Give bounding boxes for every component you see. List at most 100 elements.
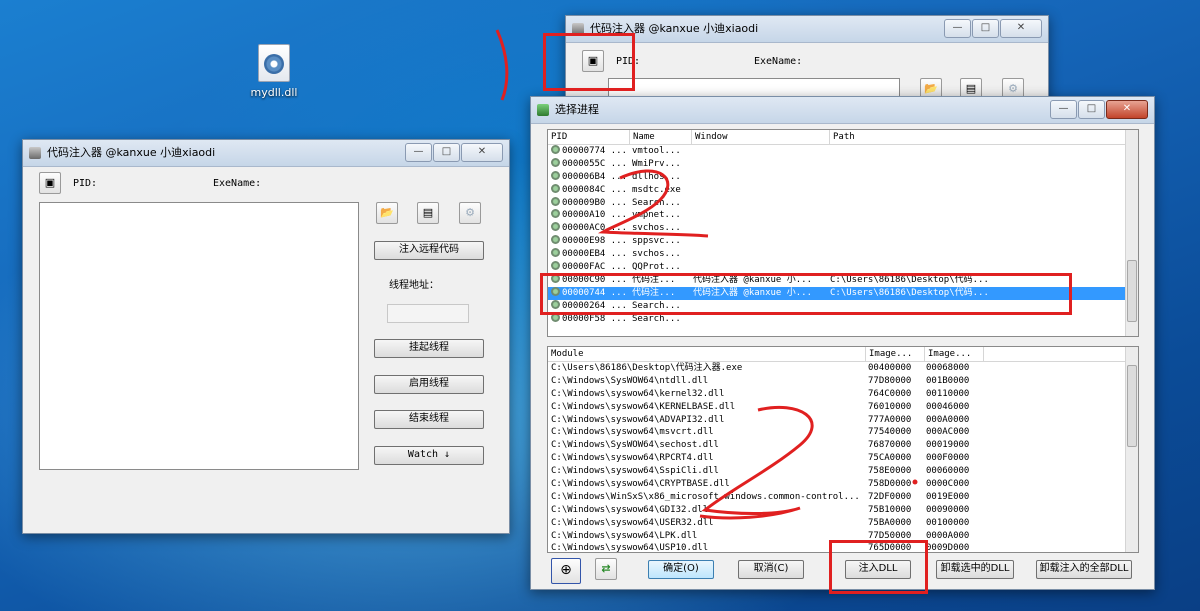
- module-row[interactable]: C:\Windows\WinSxS\x86_microsoft.windows.…: [548, 491, 1138, 504]
- save-icon[interactable]: ▤: [417, 202, 439, 224]
- refresh-target-icon[interactable]: ⊕: [551, 558, 581, 584]
- thread-address-field[interactable]: [387, 304, 469, 323]
- module-image-size: 0000C000: [926, 479, 970, 490]
- module-row[interactable]: C:\Windows\syswow64\USER32.dll 75BA0000 00…: [548, 517, 1138, 530]
- settings-icon[interactable]: ⚙: [459, 202, 481, 224]
- exename-label: ExeName:: [754, 56, 803, 67]
- process-name: svchos...: [632, 223, 681, 234]
- process-row[interactable]: 000006B4 ... dllhos...: [548, 170, 1138, 184]
- module-path: C:\Windows\SysWOW64\ntdll.dll: [551, 375, 709, 386]
- module-image-size: 00019000: [926, 440, 970, 451]
- module-image-base: 758E0000: [868, 466, 912, 477]
- close-button[interactable]: ✕: [461, 143, 503, 162]
- process-pid-text: 00000EB4 ...: [562, 249, 628, 260]
- module-image-base: 777A0000: [868, 414, 912, 425]
- ok-button[interactable]: 确定(O): [648, 560, 714, 579]
- process-window: [690, 171, 827, 184]
- title-bar: 选择进程 — □ ✕: [531, 97, 1154, 124]
- process-list-header: PID Name Window Path: [548, 130, 1138, 145]
- module-image-base: 75BA0000: [868, 517, 912, 528]
- module-image-base: 72DF0000: [868, 491, 912, 502]
- module-row[interactable]: C:\Windows\syswow64\ADVAPI32.dll 777A0000…: [548, 414, 1138, 427]
- process-window: [690, 235, 827, 248]
- process-path: [827, 222, 1130, 235]
- terminate-thread-button[interactable]: 结束线程: [374, 410, 484, 429]
- desktop-file-mydll[interactable]: mydll.dll: [246, 44, 302, 99]
- module-column-header: Image...: [925, 347, 984, 361]
- cancel-button[interactable]: 取消(C): [738, 560, 804, 579]
- suspend-thread-button[interactable]: 挂起线程: [374, 339, 484, 358]
- process-row[interactable]: 00000AC0 ... svchos...: [548, 222, 1138, 235]
- process-list-scrollbar[interactable]: [1125, 130, 1138, 336]
- process-icon: [551, 261, 560, 271]
- minimize-button[interactable]: —: [944, 19, 971, 38]
- process-pid: 00000FAC ...: [548, 261, 629, 274]
- module-row[interactable]: C:\Users\86186\Desktop\代码注入器.exe 00400000…: [548, 362, 1138, 375]
- module-row[interactable]: C:\Windows\syswow64\kernel32.dll 764C0000…: [548, 388, 1138, 401]
- maximize-button[interactable]: □: [1078, 100, 1105, 119]
- process-pid-text: 00000F58 ...: [562, 313, 628, 324]
- process-icon: [551, 222, 560, 232]
- process-row[interactable]: 00000E98 ... sppsvc...: [548, 235, 1138, 248]
- module-image-base: 758D0000: [868, 479, 912, 490]
- watch-button[interactable]: Watch ↓: [374, 446, 484, 465]
- unload-selected-dll-button[interactable]: 卸载选中的DLL: [936, 560, 1014, 579]
- process-path: [827, 209, 1130, 222]
- process-window: [690, 184, 827, 197]
- process-row[interactable]: 00000FAC ... QQProt...: [548, 261, 1138, 274]
- process-pid-text: 0000055C ...: [562, 158, 628, 169]
- process-path: [827, 171, 1130, 184]
- module-list[interactable]: Module Image... Image... C:\Users\86186\De…: [547, 346, 1139, 553]
- process-row[interactable]: 00000774 ... vmtool...: [548, 145, 1138, 158]
- module-row[interactable]: C:\Windows\syswow64\RPCRT4.dll 75CA0000 00…: [548, 452, 1138, 465]
- resume-thread-button[interactable]: 启用线程: [374, 375, 484, 394]
- close-button[interactable]: ✕: [1000, 19, 1042, 38]
- exename-label: ExeName:: [213, 178, 262, 189]
- module-row[interactable]: C:\Windows\SysWOW64\ntdll.dll 77D80000 001…: [548, 375, 1138, 388]
- process-path: [827, 235, 1130, 248]
- process-row[interactable]: 00000A10 ... vmpnet...: [548, 209, 1138, 222]
- process-window: [690, 158, 827, 171]
- inject-remote-code-button[interactable]: 注入远程代码: [374, 241, 484, 260]
- module-row[interactable]: C:\Windows\syswow64\CRYPTBASE.dll 758D000…: [548, 478, 1138, 491]
- process-path: [827, 261, 1130, 274]
- process-row[interactable]: 00000EB4 ... svchos...: [548, 248, 1138, 261]
- open-folder-icon[interactable]: 📂: [376, 202, 398, 224]
- process-icon: [551, 170, 560, 180]
- refresh-icon[interactable]: ⇄: [595, 558, 617, 580]
- process-path: [827, 184, 1130, 197]
- module-path: C:\Windows\syswow64\LPK.dll: [551, 530, 698, 541]
- module-row[interactable]: C:\Windows\syswow64\SspiCli.dll 758E0000 0…: [548, 465, 1138, 478]
- maximize-button[interactable]: □: [433, 143, 460, 162]
- minimize-button[interactable]: —: [1050, 100, 1077, 119]
- process-icon: [551, 183, 560, 193]
- process-column-header: PID: [548, 130, 630, 144]
- unload-all-dll-button[interactable]: 卸载注入的全部DLL: [1036, 560, 1132, 579]
- module-path: C:\Windows\syswow64\SspiCli.dll: [551, 466, 719, 477]
- module-row[interactable]: C:\Windows\syswow64\KERNELBASE.dll 760100…: [548, 401, 1138, 414]
- module-image-size: 001B0000: [926, 375, 970, 386]
- module-path: C:\Windows\syswow64\KERNELBASE.dll: [551, 401, 736, 412]
- module-row[interactable]: C:\Windows\syswow64\msvcrt.dll 77540000 00…: [548, 426, 1138, 439]
- maximize-button[interactable]: □: [972, 19, 999, 38]
- dll-file-icon: [258, 44, 290, 82]
- close-button[interactable]: ✕: [1106, 100, 1148, 119]
- process-path: [827, 197, 1130, 210]
- module-image-size: 000F0000: [926, 453, 970, 464]
- process-row[interactable]: 0000084C ... msdtc.exe: [548, 183, 1138, 197]
- module-path: C:\Windows\syswow64\USER32.dll: [551, 517, 714, 528]
- process-name: vmpnet...: [632, 210, 681, 221]
- code-editor-area[interactable]: [39, 202, 359, 470]
- select-process-button[interactable]: ▣: [39, 172, 61, 194]
- process-row[interactable]: 000009B0 ... Search...: [548, 196, 1138, 210]
- module-row[interactable]: C:\Windows\SysWOW64\sechost.dll 76870000 0…: [548, 439, 1138, 452]
- app-icon: [29, 147, 41, 159]
- process-name: Search...: [632, 197, 681, 208]
- process-row[interactable]: 0000055C ... WmiPrv...: [548, 157, 1138, 171]
- module-list-scrollbar[interactable]: [1125, 347, 1138, 552]
- process-pid: 000009B0 ...: [548, 196, 629, 210]
- module-row[interactable]: C:\Windows\syswow64\GDI32.dll 75B10000 000…: [548, 504, 1138, 517]
- module-image-base: 77540000: [868, 427, 912, 438]
- module-image-size: 00068000: [926, 363, 970, 373]
- minimize-button[interactable]: —: [405, 143, 432, 162]
